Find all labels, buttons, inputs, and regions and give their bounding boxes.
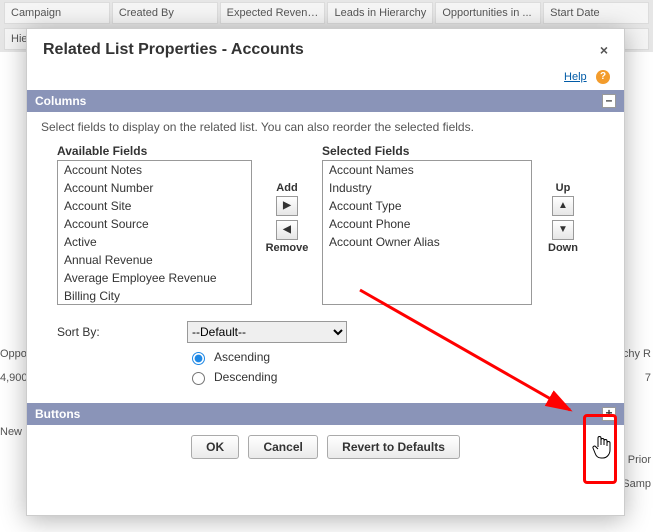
selected-fields-listbox[interactable]: Account Names Industry Account Type Acco… [322, 160, 532, 305]
selected-fields-label: Selected Fields [322, 144, 532, 158]
list-item[interactable]: Average Employee Revenue [58, 269, 251, 287]
sort-by-label: Sort By: [57, 325, 187, 339]
bg-text: New [0, 426, 26, 438]
cancel-button[interactable]: Cancel [248, 435, 317, 459]
remove-label: Remove [266, 242, 309, 254]
columns-section-header: Columns – [27, 90, 624, 112]
close-icon[interactable]: × [600, 42, 608, 58]
dialog-title: Related List Properties - Accounts [43, 41, 600, 59]
descending-label: Descending [214, 370, 277, 384]
columns-section-title: Columns [35, 94, 602, 108]
list-item[interactable]: Account Source [58, 215, 251, 233]
collapse-columns-button[interactable]: – [602, 94, 616, 108]
up-label: Up [556, 182, 571, 194]
arrow-right-icon: ▶ [283, 200, 291, 211]
ascending-label: Ascending [214, 350, 270, 364]
bg-cell: Opportunities in ... [435, 2, 541, 24]
ascending-radio[interactable] [192, 352, 205, 365]
sort-by-select[interactable]: --Default-- [187, 321, 347, 343]
help-icon[interactable]: ? [596, 70, 610, 84]
list-item[interactable]: Account Site [58, 197, 251, 215]
list-item[interactable]: Account Type [323, 197, 531, 215]
available-fields-label: Available Fields [57, 144, 252, 158]
buttons-section-header: Buttons + [27, 403, 624, 425]
list-item[interactable]: Account Notes [58, 161, 251, 179]
expand-buttons-button[interactable]: + [602, 407, 616, 421]
arrow-left-icon: ◀ [283, 224, 291, 235]
list-item[interactable]: Account Number [58, 179, 251, 197]
add-label: Add [276, 182, 297, 194]
bg-text: 4,900 [0, 372, 26, 384]
bg-cell: Start Date [543, 2, 649, 24]
move-up-button[interactable]: ▲ [552, 196, 574, 216]
remove-button[interactable]: ◀ [276, 220, 298, 240]
descending-radio[interactable] [192, 372, 205, 385]
bg-cell: Created By [112, 2, 218, 24]
columns-section-desc: Select fields to display on the related … [27, 112, 624, 144]
bg-left-strip: Oppor 4,900 New [0, 336, 26, 450]
list-item[interactable]: Billing City [58, 287, 251, 305]
down-label: Down [548, 242, 578, 254]
related-list-properties-dialog: Related List Properties - Accounts × Hel… [26, 28, 625, 516]
arrow-down-icon: ▼ [558, 224, 568, 235]
buttons-section-title: Buttons [35, 407, 602, 421]
list-item[interactable]: Account Names [323, 161, 531, 179]
list-item[interactable]: Account Owner Alias [323, 233, 531, 251]
move-down-button[interactable]: ▼ [552, 220, 574, 240]
bg-cell: Leads in Hierarchy [327, 2, 433, 24]
bg-text: Oppor [0, 348, 26, 360]
help-link[interactable]: Help [564, 71, 587, 83]
list-item[interactable]: Industry [323, 179, 531, 197]
bg-cell: Expected Revenue [220, 2, 326, 24]
bg-cell: Campaign [4, 2, 110, 24]
list-item[interactable]: Active [58, 233, 251, 251]
revert-to-defaults-button[interactable]: Revert to Defaults [327, 435, 460, 459]
arrow-up-icon: ▲ [558, 200, 568, 211]
ok-button[interactable]: OK [191, 435, 239, 459]
list-item[interactable]: Account Phone [323, 215, 531, 233]
bg-header-row-1: Campaign Created By Expected Revenue Lea… [0, 0, 653, 26]
list-item[interactable]: Annual Revenue [58, 251, 251, 269]
add-button[interactable]: ▶ [276, 196, 298, 216]
available-fields-listbox[interactable]: Account Notes Account Number Account Sit… [57, 160, 252, 305]
